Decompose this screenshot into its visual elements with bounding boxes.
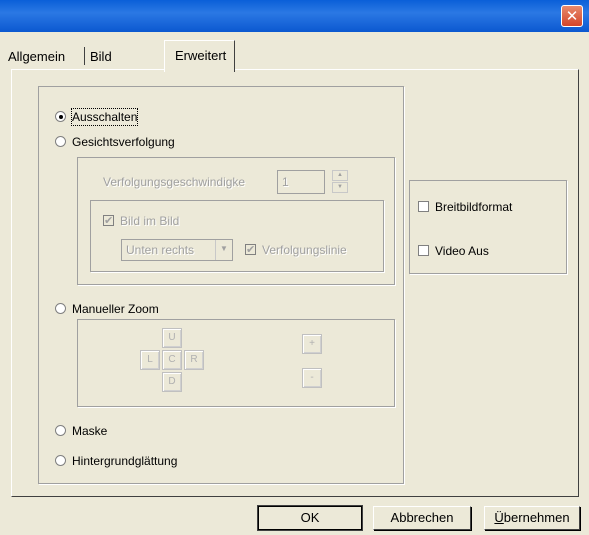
check-mark-icon: ✔ <box>104 214 114 227</box>
pip-position-value: Unten rechts <box>126 243 195 257</box>
radio-indicator <box>55 455 66 466</box>
radio-label: Hintergrundglättung <box>72 454 178 468</box>
mode-group: Ausschalten Gesichtsverfolgung Verfolgun… <box>38 86 404 484</box>
pan-right-button[interactable]: R <box>184 350 204 370</box>
radio-indicator <box>55 111 66 122</box>
spin-down-button[interactable]: ▼ <box>332 182 348 193</box>
pip-position-select[interactable]: Unten rechts ▼ <box>121 239 233 261</box>
pan-up-button[interactable]: U <box>162 328 182 348</box>
checkbox-indicator: ✔ <box>245 243 256 256</box>
chevron-down-icon: ▼ <box>215 240 232 260</box>
pan-down-button[interactable]: D <box>162 372 182 392</box>
apply-mnemonic: Ü <box>494 510 504 525</box>
close-icon: ✕ <box>565 7 579 25</box>
zoom-pad-group: U L C R D + - <box>77 319 395 407</box>
close-button[interactable]: ✕ <box>561 5 583 27</box>
checkbox-label: Video Aus <box>435 244 489 258</box>
spin-up-button[interactable]: ▲ <box>332 170 348 181</box>
radio-label: Manueller Zoom <box>72 302 159 316</box>
tracking-speed-label: Verfolgungsgeschwindigke <box>103 175 246 189</box>
apply-label: bernehmen <box>503 510 570 525</box>
checkbox-indicator <box>418 201 429 212</box>
pip-group: ✔ Bild im Bild Unten rechts ▼ ✔ Verfolgu… <box>90 200 384 272</box>
tab-allgemein[interactable]: Allgemein <box>8 44 65 69</box>
ok-button[interactable]: OK <box>257 505 363 531</box>
checkbox-label: Verfolgungslinie <box>262 243 347 257</box>
radio-indicator <box>55 136 66 147</box>
checkbox-label: Bild im Bild <box>120 214 180 228</box>
tab-divider <box>84 47 85 65</box>
title-bar: ✕ <box>0 0 589 32</box>
checkbox-indicator <box>418 245 429 256</box>
tab-bild[interactable]: Bild <box>90 44 112 69</box>
zoom-in-button[interactable]: + <box>302 334 322 354</box>
radio-label: Ausschalten <box>70 108 139 126</box>
radio-indicator <box>55 303 66 314</box>
settings-dialog: ✕ Allgemein Bild Erweitert Ausschalten G… <box>0 0 589 535</box>
check-mark-icon: ✔ <box>246 243 256 256</box>
tracking-options-group: Verfolgungsgeschwindigke 1 ▲ ▼ ✔ Bild im… <box>77 157 395 285</box>
pan-center-button[interactable]: C <box>162 350 182 370</box>
cancel-button[interactable]: Abbrechen <box>373 506 471 530</box>
radio-label: Maske <box>72 424 108 438</box>
checkbox-label: Breitbildformat <box>435 200 513 214</box>
checkbox-indicator: ✔ <box>103 214 114 227</box>
display-options-group: Breitbildformat Video Aus <box>409 180 567 274</box>
radio-indicator <box>55 425 66 436</box>
zoom-out-button[interactable]: - <box>302 368 322 388</box>
apply-button[interactable]: Übernehmen <box>484 506 580 530</box>
tab-page-erweitert: Ausschalten Gesichtsverfolgung Verfolgun… <box>11 69 579 497</box>
radio-label: Gesichtsverfolgung <box>72 135 175 149</box>
tab-erweitert[interactable]: Erweitert <box>164 40 236 72</box>
tracking-speed-input[interactable]: 1 <box>277 170 325 194</box>
tracking-speed-value: 1 <box>282 175 289 189</box>
pan-left-button[interactable]: L <box>140 350 160 370</box>
